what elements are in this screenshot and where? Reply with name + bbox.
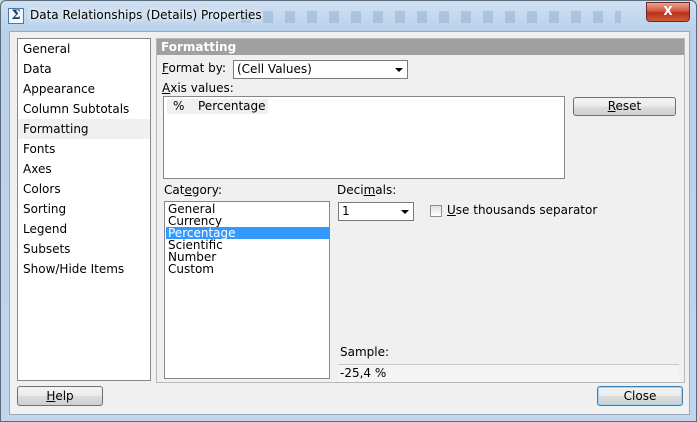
decimals-value: 1 — [342, 204, 350, 218]
window-title: Data Relationships (Details) Properties — [30, 8, 262, 22]
nav-item-fonts[interactable]: Fonts — [18, 139, 150, 159]
nav-item-legend[interactable]: Legend — [18, 219, 150, 239]
thousands-separator-label[interactable]: Use thousands separator — [447, 203, 597, 217]
decimals-dropdown[interactable]: 1 — [338, 202, 414, 221]
close-button[interactable]: Close — [597, 386, 683, 406]
nav-item-general[interactable]: General — [18, 39, 150, 59]
dialog-client-area: General Data Appearance Column Subtotals For… — [9, 31, 690, 415]
format-by-label: Format by: — [162, 61, 226, 75]
format-by-dropdown[interactable]: (Cell Values) — [233, 60, 408, 79]
panel-title: Formatting — [157, 39, 684, 55]
thousands-separator-checkbox[interactable] — [430, 205, 442, 217]
format-by-value: (Cell Values) — [237, 62, 312, 76]
background-toolbar-blur — [241, 11, 621, 23]
axis-values-list[interactable]: % Percentage — [163, 96, 565, 179]
decimals-label: Decimals: — [337, 183, 397, 197]
axis-value-symbol: % — [173, 99, 185, 113]
sample-label: Sample: — [340, 345, 390, 359]
help-button[interactable]: Help — [17, 386, 103, 406]
nav-item-data[interactable]: Data — [18, 59, 150, 79]
nav-item-formatting[interactable]: Formatting — [18, 119, 150, 139]
nav-item-axes[interactable]: Axes — [18, 159, 150, 179]
nav-item-colors[interactable]: Colors — [18, 179, 150, 199]
title-bar[interactable]: Σ Data Relationships (Details) Propertie… — [1, 1, 696, 31]
category-item-custom[interactable]: Custom — [166, 263, 329, 275]
window-close-button[interactable]: X — [646, 2, 690, 22]
axis-value-name: Percentage — [198, 99, 266, 113]
axis-value-row[interactable]: % Percentage — [167, 99, 268, 114]
nav-item-show-hide-items[interactable]: Show/Hide Items — [18, 259, 150, 279]
chevron-down-icon — [395, 68, 403, 72]
category-list[interactable]: General Currency Percentage Scientific Numbe… — [164, 201, 330, 379]
sample-value: -25,4 % — [338, 364, 679, 382]
properties-dialog: Σ Data Relationships (Details) Propertie… — [0, 0, 697, 422]
nav-item-subsets[interactable]: Subsets — [18, 239, 150, 259]
chevron-down-icon — [401, 210, 409, 214]
axis-values-label: Axis values: — [162, 81, 234, 95]
formatting-panel: Formatting Format by: (Cell Values) Axis… — [156, 38, 685, 383]
reset-button[interactable]: Reset — [573, 97, 676, 116]
property-page-list[interactable]: General Data Appearance Column Subtotals For… — [17, 38, 151, 381]
sigma-app-icon: Σ — [8, 8, 24, 24]
nav-item-sorting[interactable]: Sorting — [18, 199, 150, 219]
category-label: Category: — [164, 183, 222, 197]
nav-item-appearance[interactable]: Appearance — [18, 79, 150, 99]
nav-item-column-subtotals[interactable]: Column Subtotals — [18, 99, 150, 119]
